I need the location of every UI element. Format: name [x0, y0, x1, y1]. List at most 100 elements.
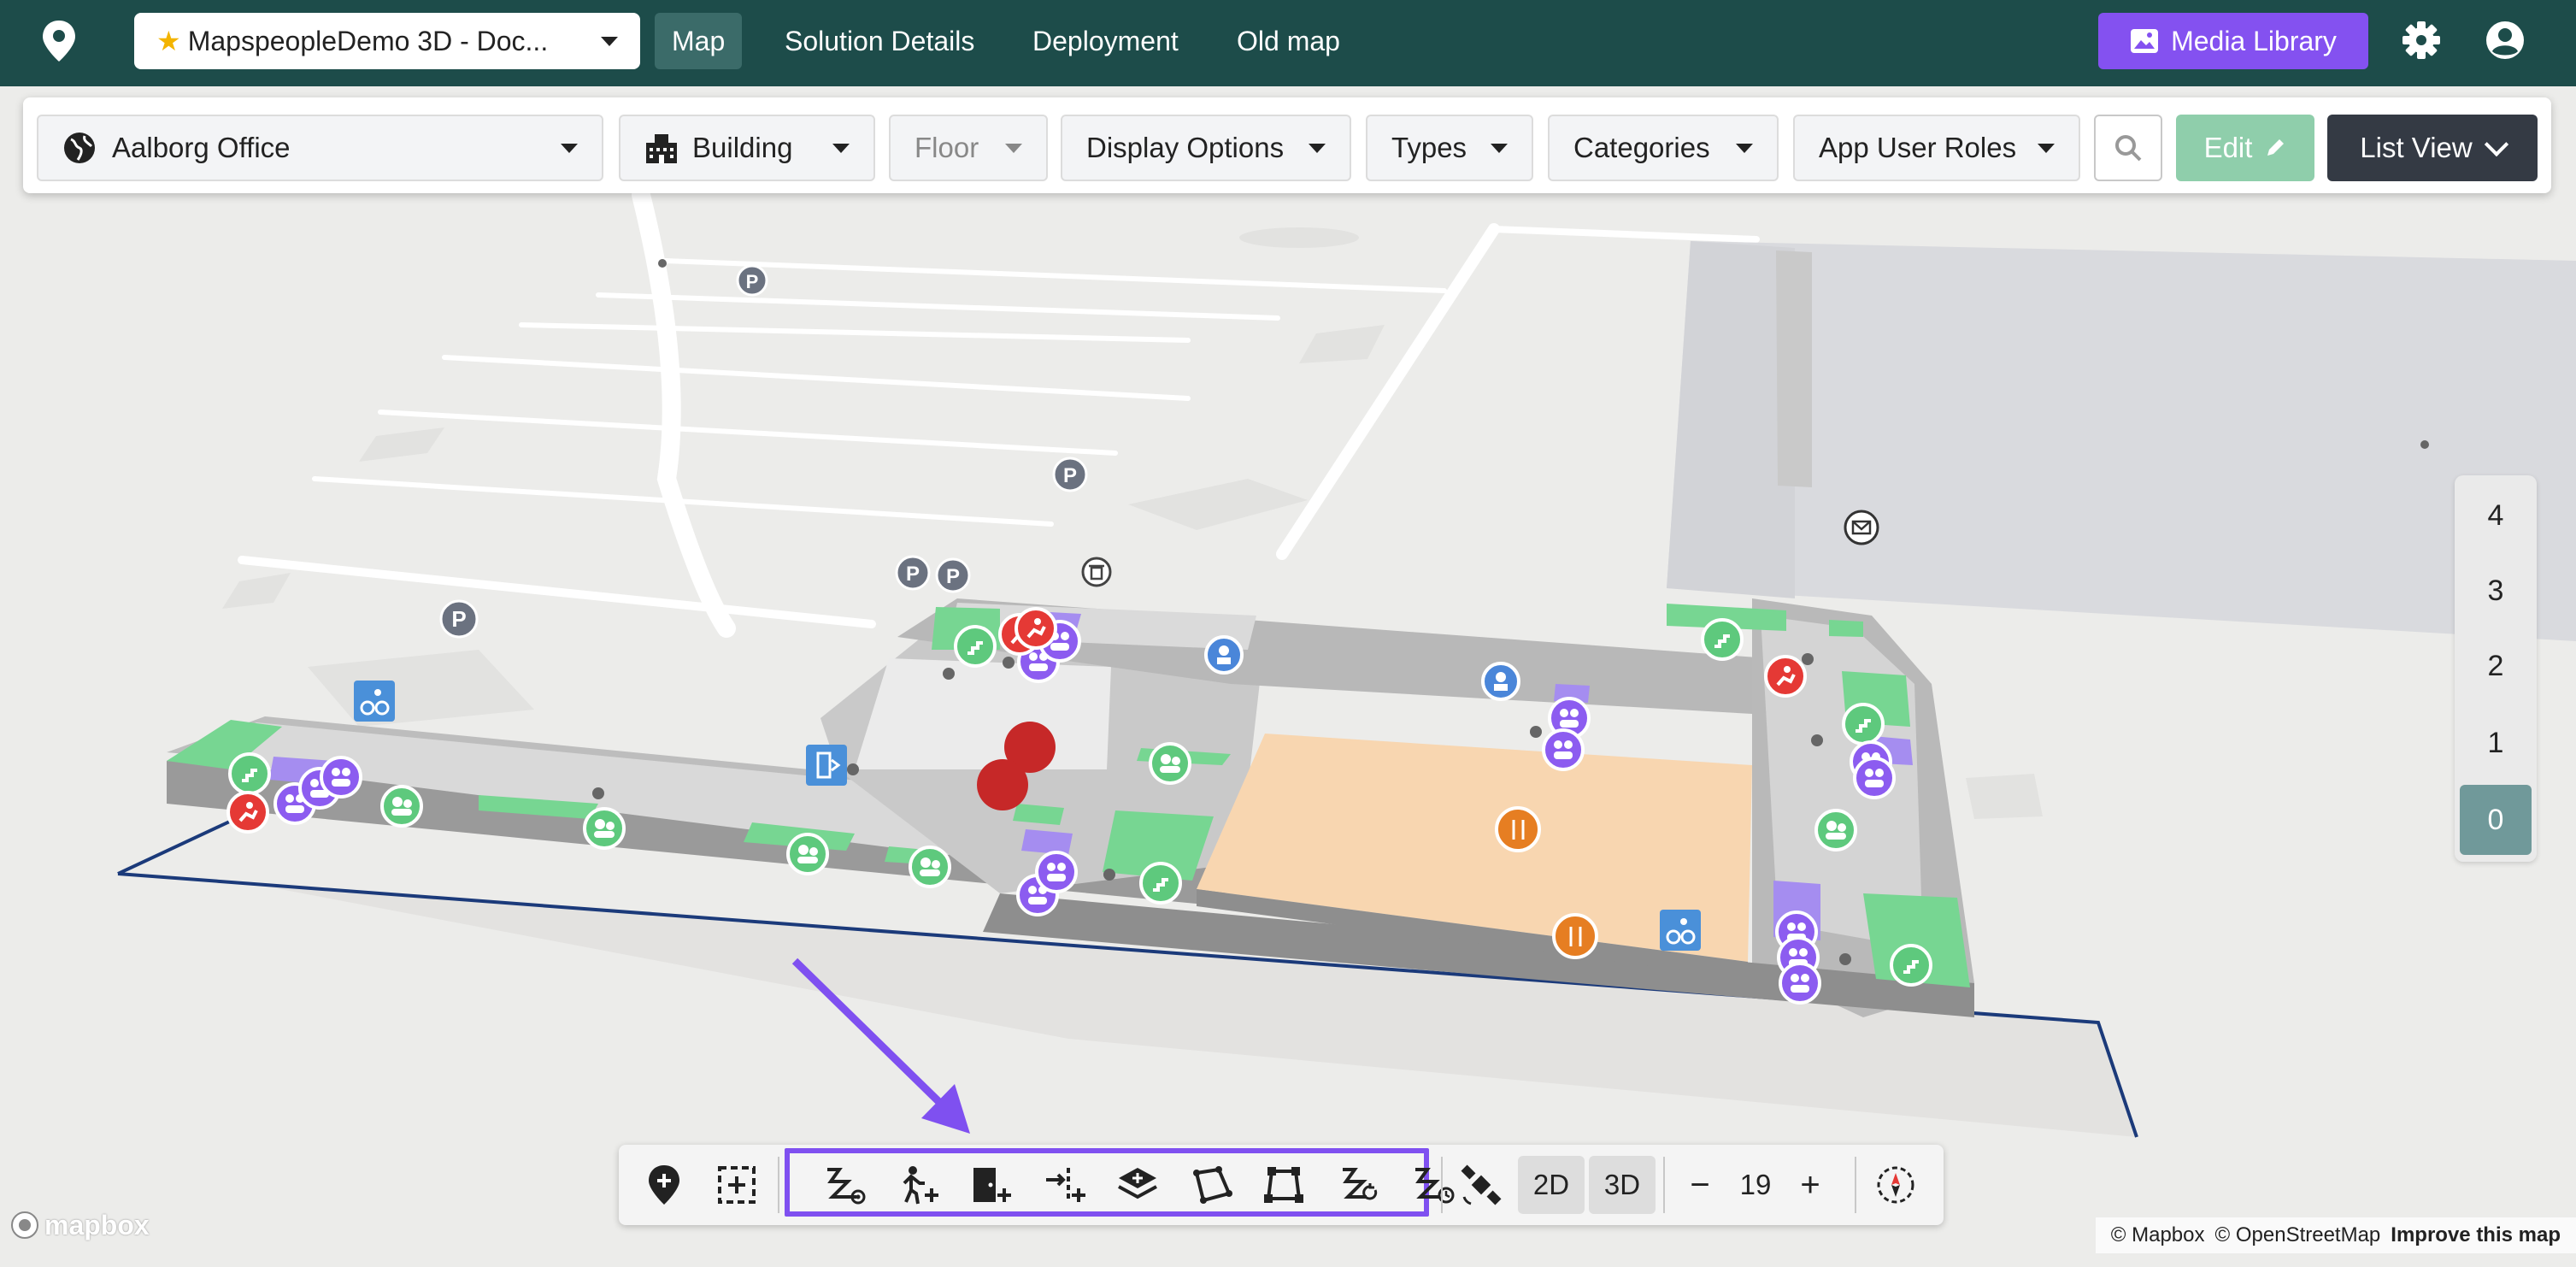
adjacent-building-stairs [1776, 250, 1812, 487]
draw-polygon-button[interactable] [1185, 1158, 1239, 1212]
trash-icon [1081, 557, 1112, 587]
app-user-roles-label: App User Roles [1819, 132, 2017, 163]
satellite-icon [1461, 1164, 1502, 1205]
chevron-down-icon [601, 36, 618, 46]
app-user-roles-select[interactable]: App User Roles [1793, 115, 2080, 181]
categories-select[interactable]: Categories [1548, 115, 1779, 181]
reception-marker[interactable] [1481, 662, 1520, 701]
chevron-down-icon [561, 143, 578, 153]
venue-select[interactable]: Aalborg Office [37, 115, 603, 181]
app-logo-icon[interactable] [39, 19, 79, 63]
svg-text:P: P [1063, 464, 1077, 487]
floor-button-2[interactable]: 2 [2460, 631, 2532, 701]
add-walker-button[interactable] [891, 1158, 945, 1212]
project-name: MapspeopleDemo 3D - Doc... [187, 25, 549, 56]
floor-selector: 4 3 2 1 0 [2455, 475, 2537, 862]
toolbar-divider [1663, 1157, 1665, 1213]
add-door-button[interactable] [963, 1158, 1018, 1212]
polygon-draw-icon [1193, 1166, 1232, 1204]
chevron-down-icon [1309, 143, 1326, 153]
walking-person-add-icon [903, 1166, 938, 1205]
star-icon: ★ [156, 26, 181, 56]
zoom-in-button[interactable]: + [1786, 1156, 1834, 1214]
add-entry-point-button[interactable] [1038, 1158, 1092, 1212]
filter-toolbar: Aalborg Office Building Floor Display Op… [23, 97, 2551, 193]
tab-map[interactable]: Map [655, 13, 743, 69]
map-canvas[interactable]: P P P P P [0, 86, 2576, 1267]
floor-button-0[interactable]: 0 [2460, 785, 2532, 855]
floor-select[interactable]: Floor [889, 115, 1048, 181]
map-tools-toolbar: 2D 3D − 19 + [619, 1145, 1944, 1225]
compass-icon [1877, 1166, 1914, 1204]
gear-icon[interactable] [2400, 19, 2443, 62]
search-icon [2115, 135, 2142, 162]
building-icon [646, 134, 677, 163]
project-selector[interactable]: ★ MapspeopleDemo 3D - Doc... [134, 13, 640, 69]
improve-map-link[interactable]: Improve this map [2391, 1223, 2561, 1247]
door-add-icon [973, 1168, 1011, 1202]
chevron-down-icon [1491, 143, 1508, 153]
parking-marker: P [895, 555, 931, 591]
chevron-down-icon [832, 143, 850, 153]
image-icon [2131, 29, 2159, 53]
parking-marker: P [736, 264, 768, 297]
media-library-button[interactable]: Media Library [2098, 13, 2368, 69]
toolbar-divider [1441, 1157, 1443, 1213]
types-select[interactable]: Types [1366, 115, 1533, 181]
display-options-label: Display Options [1086, 132, 1285, 163]
display-options-select[interactable]: Display Options [1061, 115, 1351, 181]
search-button[interactable] [2094, 115, 2162, 181]
mapbox-logo-icon [11, 1211, 38, 1239]
parking-marker: P [439, 599, 479, 639]
mapbox-attribution-link[interactable]: © Mapbox [2111, 1223, 2205, 1247]
svg-text:P: P [906, 563, 920, 586]
add-layer-button[interactable] [1112, 1158, 1167, 1212]
mapbox-logo[interactable]: mapbox [10, 1206, 164, 1244]
add-location-button[interactable] [637, 1158, 691, 1212]
building-select[interactable]: Building [619, 115, 875, 181]
mail-icon [1844, 510, 1879, 545]
floor-button-1[interactable]: 1 [2460, 708, 2532, 778]
view-3d-button[interactable]: 3D [1589, 1156, 1656, 1214]
bike-parking-marker[interactable] [1660, 910, 1701, 951]
categories-label: Categories [1573, 132, 1710, 163]
route-view-button[interactable] [817, 1158, 872, 1212]
user-account-icon[interactable] [2484, 19, 2526, 62]
layers-add-icon [1118, 1168, 1157, 1199]
reception-marker[interactable] [1204, 635, 1244, 675]
route-settings-button[interactable] [1405, 1158, 1460, 1212]
tab-solution-details[interactable]: Solution Details [768, 13, 991, 69]
tab-old-map[interactable]: Old map [1220, 13, 1357, 69]
exit-marker[interactable] [806, 745, 847, 786]
bike-parking-marker[interactable] [354, 681, 395, 722]
map-attribution: © Mapbox © OpenStreetMap Improve this ma… [2095, 1217, 2576, 1253]
add-area-button[interactable] [709, 1158, 764, 1212]
route-refresh-button[interactable] [1332, 1158, 1387, 1212]
list-view-button[interactable]: List View [2327, 115, 2538, 181]
media-library-label: Media Library [2171, 25, 2337, 56]
mapbox-wordmark: mapbox [44, 1209, 150, 1240]
parking-marker: P [935, 557, 971, 593]
reset-north-button[interactable] [1868, 1158, 1923, 1212]
chevron-down-icon [1005, 143, 1022, 153]
parking-marker: P [1052, 457, 1088, 492]
satellite-toggle-button[interactable] [1454, 1158, 1509, 1212]
polygon-edit-icon [1264, 1167, 1303, 1203]
view-2d-button[interactable]: 2D [1518, 1156, 1585, 1214]
chevron-down-icon [1736, 143, 1753, 153]
edit-button[interactable]: Edit [2176, 115, 2314, 181]
edit-polygon-button[interactable] [1258, 1158, 1313, 1212]
tab-deployment[interactable]: Deployment [1015, 13, 1196, 69]
floor-button-4[interactable]: 4 [2460, 480, 2532, 551]
zoom-out-button[interactable]: − [1676, 1156, 1724, 1214]
route-eye-icon [827, 1168, 866, 1205]
svg-text:P: P [946, 565, 960, 588]
globe-icon [64, 133, 95, 163]
venue-label: Aalborg Office [112, 132, 291, 163]
floor-button-3[interactable]: 3 [2460, 556, 2532, 626]
toolbar-divider [1855, 1157, 1856, 1213]
floor-label: Floor [915, 132, 979, 163]
route-refresh-icon [1343, 1168, 1378, 1200]
entry-point-add-icon [1046, 1168, 1085, 1202]
osm-attribution-link[interactable]: © OpenStreetMap [2215, 1223, 2381, 1247]
